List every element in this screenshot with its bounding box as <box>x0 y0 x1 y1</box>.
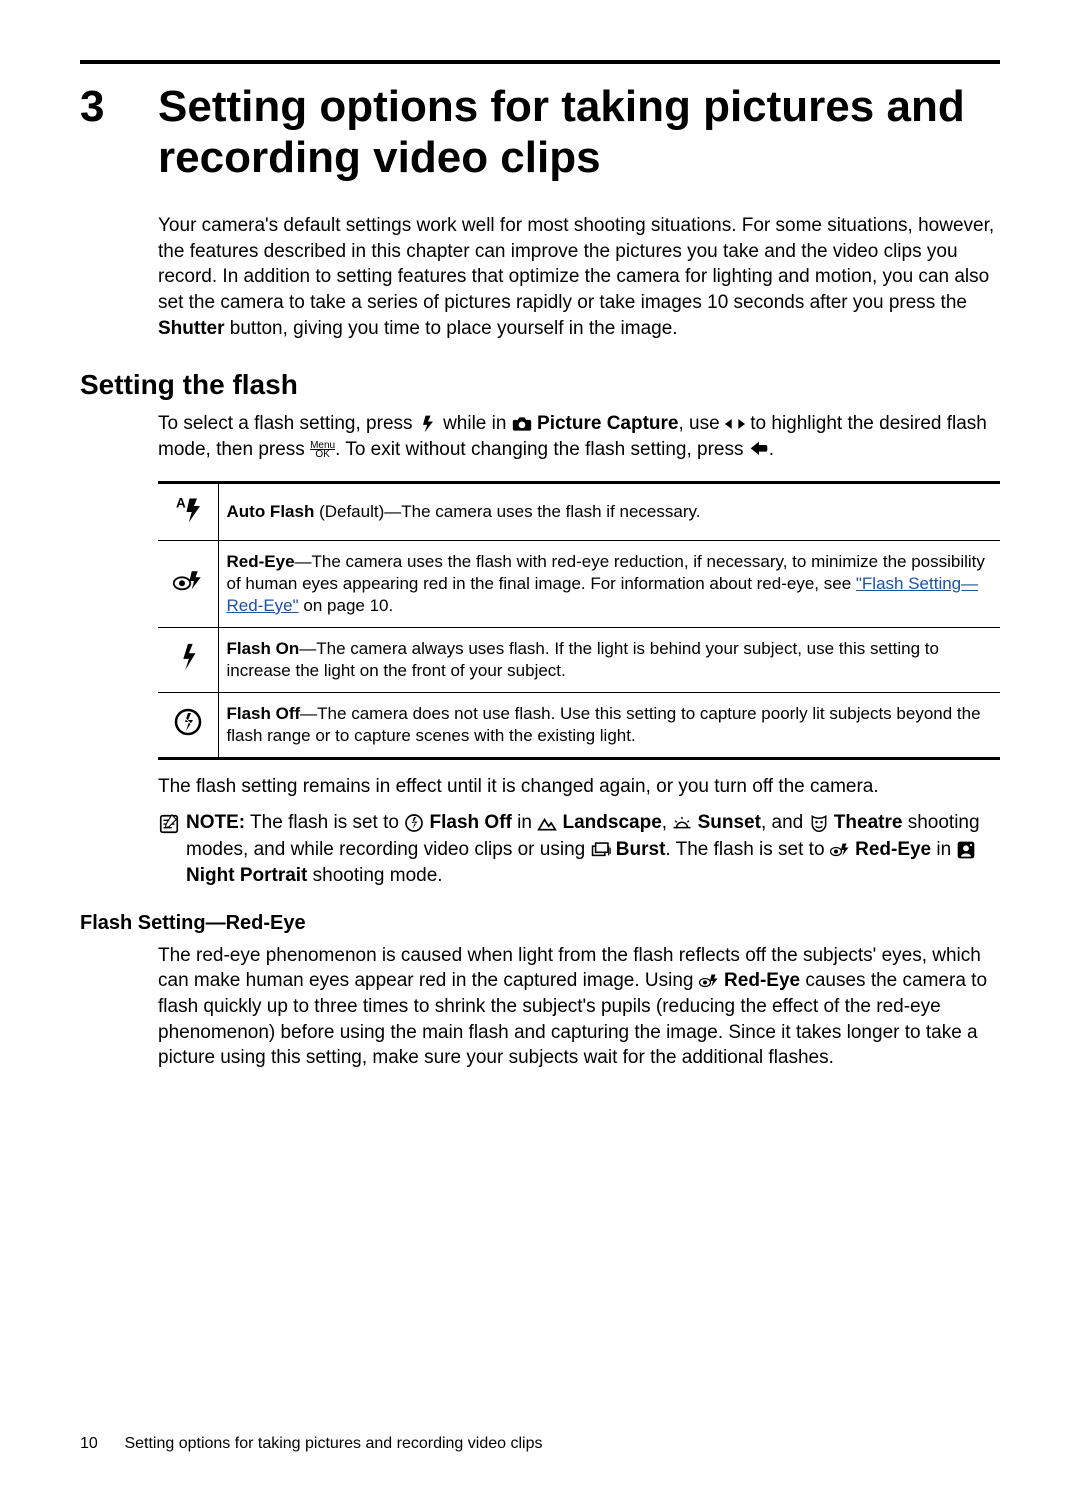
flash-settings-table: Auto Flash (Default)—The camera uses the… <box>80 481 1000 761</box>
back-icon <box>749 440 769 460</box>
page-footer: 10 Setting options for taking pictures a… <box>80 1435 542 1453</box>
intro-text-a: Your camera's default settings work well… <box>158 215 994 313</box>
flash-on-desc: Flash On—The camera always uses flash. I… <box>218 628 1000 693</box>
shutter-label: Shutter <box>158 318 225 339</box>
chapter-number: 3 <box>80 82 158 132</box>
auto-flash-desc: Auto Flash (Default)—The camera uses the… <box>218 482 1000 540</box>
note-block: NOTE: The flash is set to Flash Off in L… <box>80 810 1000 890</box>
intro-paragraph: Your camera's default settings work well… <box>80 213 1000 341</box>
red-eye-icon <box>830 840 850 860</box>
red-eye-desc: Red-Eye—The camera uses the flash with r… <box>218 540 1000 627</box>
flash-off-icon <box>158 693 218 759</box>
chapter-title: Setting options for taking pictures and … <box>158 82 1000 183</box>
note-body: NOTE: The flash is set to Flash Off in L… <box>186 810 1000 890</box>
table-row: Flash Off—The camera does not use flash.… <box>158 693 1000 759</box>
chapter-heading: 3 Setting options for taking pictures an… <box>80 82 1000 183</box>
note-label: NOTE: <box>186 812 245 833</box>
note-icon <box>158 810 186 890</box>
subsection-heading: Flash Setting—Red-Eye <box>80 912 1000 935</box>
txt: while in <box>443 413 512 434</box>
section-heading-flash: Setting the flash <box>80 369 1000 401</box>
txt: . <box>769 439 774 460</box>
picture-capture-label: Picture Capture <box>537 413 678 434</box>
flash-off-desc: Flash Off—The camera does not use flash.… <box>218 693 1000 759</box>
landscape-icon <box>537 813 557 833</box>
subsection-body: The red-eye phenomenon is caused when li… <box>80 943 1000 1071</box>
theatre-icon <box>809 813 829 833</box>
flash-on-icon <box>158 628 218 693</box>
sunset-icon <box>672 813 692 833</box>
txt: To select a flash setting, press <box>158 413 418 434</box>
red-eye-icon <box>158 540 218 627</box>
after-table-text: The flash setting remains in effect unti… <box>80 774 1000 800</box>
subsection-red-eye: Flash Setting—Red-Eye The red-eye phenom… <box>80 912 1000 1071</box>
table-row: Flash On—The camera always uses flash. I… <box>158 628 1000 693</box>
auto-flash-icon <box>158 482 218 540</box>
table-row: Auto Flash (Default)—The camera uses the… <box>158 482 1000 540</box>
night-portrait-icon <box>956 840 976 860</box>
footer-title: Setting options for taking pictures and … <box>124 1435 542 1452</box>
menu-ok-icon: MenuOK <box>310 441 335 459</box>
flash-instructions: To select a flash setting, press while i… <box>80 411 1000 462</box>
page-number: 10 <box>80 1435 120 1453</box>
table-row: Red-Eye—The camera uses the flash with r… <box>158 540 1000 627</box>
flash-icon <box>418 414 438 434</box>
camera-icon <box>512 414 532 434</box>
flash-off-icon <box>404 813 424 833</box>
intro-text-b: button, giving you time to place yoursel… <box>225 318 678 339</box>
burst-icon <box>591 840 611 860</box>
left-right-icon <box>725 414 745 434</box>
red-eye-icon <box>699 971 719 991</box>
txt: , use <box>679 413 725 434</box>
txt: . To exit without changing the flash set… <box>335 439 749 460</box>
top-rule <box>80 60 1000 64</box>
